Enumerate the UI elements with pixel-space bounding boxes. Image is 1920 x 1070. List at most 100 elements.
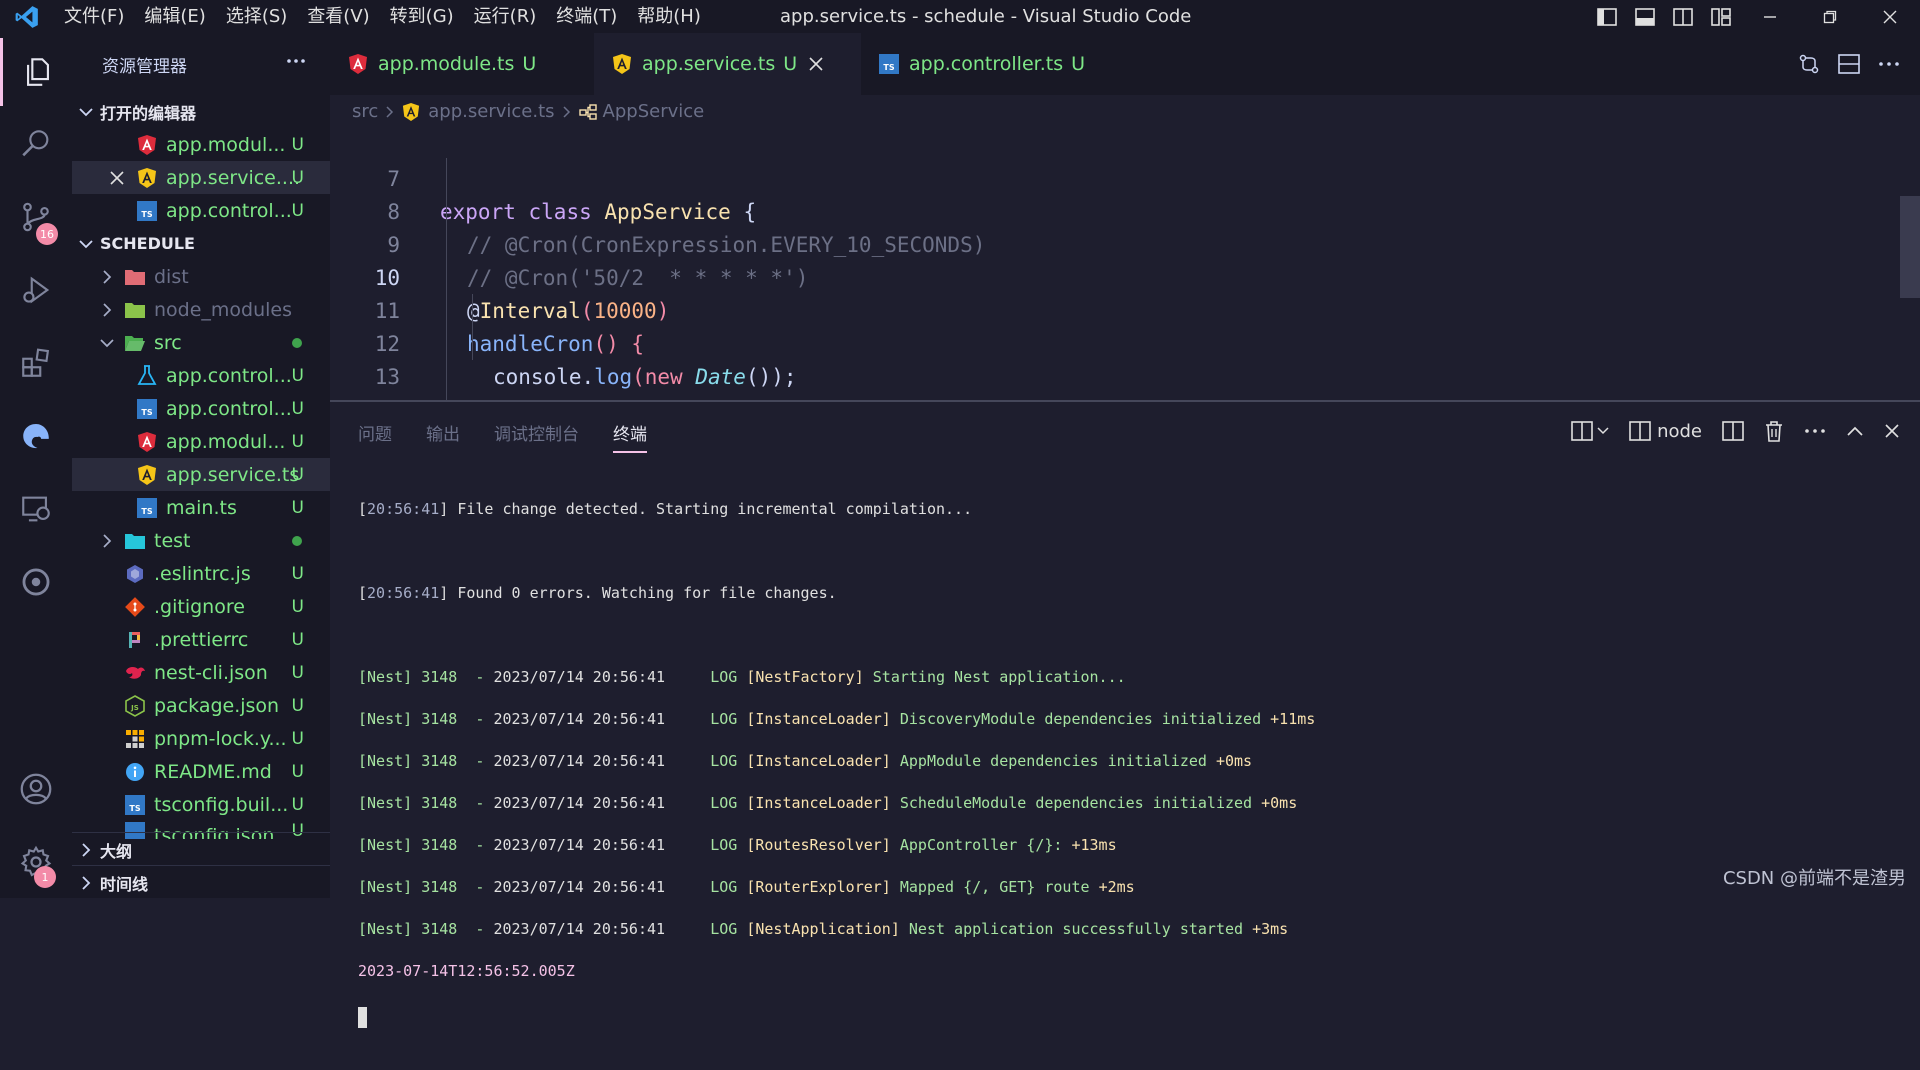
tab-app-module[interactable]: app.module.ts U — [330, 33, 594, 95]
tab-app-controller[interactable]: TS app.controller.ts U — [861, 33, 1143, 95]
editor-actions — [1798, 33, 1900, 95]
tab-debug-console[interactable]: 调试控制台 — [494, 420, 579, 453]
chevron-right-icon — [563, 105, 571, 118]
open-changes-icon[interactable] — [1798, 53, 1820, 75]
tree-file[interactable]: .gitignore U — [72, 590, 330, 623]
tree-file-selected[interactable]: app.service.ts U — [72, 458, 330, 491]
menu-terminal[interactable]: 终端(T) — [546, 0, 627, 33]
close-window-icon[interactable] — [1860, 0, 1920, 33]
code-line: 9 // @Cron('50/2 * * * * *') — [330, 196, 1900, 290]
file-name: .eslintrc.js — [154, 562, 251, 585]
tree-file[interactable]: TS app.control... U — [72, 392, 330, 425]
explorer-icon[interactable] — [0, 38, 72, 106]
tree-folder-node-modules[interactable]: node_modules — [72, 293, 330, 326]
gitlens-icon[interactable] — [0, 548, 72, 616]
chevron-right-icon — [96, 302, 118, 317]
account-icon[interactable] — [0, 755, 72, 823]
timeline-title: 时间线 — [100, 874, 149, 894]
menu-file[interactable]: 文件(F) — [54, 0, 134, 33]
svg-text:TS: TS — [141, 210, 152, 219]
open-editor-item[interactable]: TS app.control... U — [72, 194, 330, 227]
menu-help[interactable]: 帮助(H) — [627, 0, 711, 33]
breadcrumb-symbol[interactable]: AppService — [603, 101, 705, 122]
workspace-header[interactable]: SCHEDULE — [72, 227, 330, 260]
open-editors-header[interactable]: 打开的编辑器 — [72, 95, 330, 128]
tree-file[interactable]: .prettierrc U — [72, 623, 330, 656]
tree-file[interactable]: TS main.ts U — [72, 491, 330, 524]
toggle-secondary-sidebar-icon[interactable] — [1664, 0, 1702, 33]
split-editor-icon[interactable] — [1838, 54, 1860, 74]
remote-explorer-icon[interactable] — [0, 475, 72, 543]
tree-folder-src[interactable]: src — [72, 326, 330, 359]
terminal-line: [20:56:41] Found 0 errors. Watching for … — [358, 584, 837, 602]
extensions-icon[interactable] — [0, 329, 72, 397]
close-tab-icon[interactable] — [809, 57, 823, 71]
menu-view[interactable]: 查看(V) — [297, 0, 379, 33]
menu-selection[interactable]: 选择(S) — [216, 0, 297, 33]
code-line: 14 } — [330, 361, 1900, 400]
tab-app-service[interactable]: app.service.ts U — [594, 33, 861, 95]
editor-scrollbar-thumb[interactable] — [1900, 196, 1920, 298]
tree-file[interactable]: nest-cli.json U — [72, 656, 330, 689]
tree-file[interactable]: TS tsconfig.buil... U — [72, 788, 330, 821]
menu-go[interactable]: 转到(G) — [380, 0, 464, 33]
explorer-title: 资源管理器 — [102, 56, 187, 77]
toggle-panel-icon[interactable] — [1626, 0, 1664, 33]
more-actions-icon[interactable] — [1878, 54, 1900, 74]
customize-layout-icon[interactable] — [1702, 0, 1740, 33]
angular-icon — [348, 53, 368, 75]
settings-gear-icon[interactable]: 1 — [0, 828, 72, 896]
outline-header[interactable]: 大纲 — [72, 832, 330, 866]
tab-label: app.service.ts — [642, 53, 776, 75]
open-editors-title: 打开的编辑器 — [100, 103, 197, 123]
tree-file[interactable]: app.modul... U — [72, 425, 330, 458]
trash-icon[interactable] — [1764, 420, 1784, 442]
more-actions-icon[interactable] — [1804, 421, 1826, 441]
tree-file[interactable]: .eslintrc.js U — [72, 557, 330, 590]
file-name: nest-cli.json — [154, 661, 268, 684]
split-panel-icon[interactable] — [1722, 421, 1744, 441]
breadcrumb-folder[interactable]: src — [352, 101, 378, 122]
menu-run[interactable]: 运行(R) — [464, 0, 547, 33]
tree-folder-dist[interactable]: dist — [72, 260, 330, 293]
tree-folder-test[interactable]: test — [72, 524, 330, 557]
panel-tabs: 问题 输出 调试控制台 终端 — [358, 420, 681, 453]
search-icon[interactable] — [0, 110, 72, 178]
code-line: 10 @Interval(10000) — [330, 229, 1900, 323]
open-editor-item[interactable]: app.modul... U — [72, 128, 330, 161]
tree-file[interactable]: README.md U — [72, 755, 330, 788]
edge-browser-icon[interactable] — [0, 402, 72, 470]
close-panel-icon[interactable] — [1884, 423, 1900, 439]
timeline-header[interactable]: 时间线 — [72, 865, 330, 898]
folder-name: dist — [154, 265, 189, 288]
tree-file[interactable]: JS package.json U — [72, 689, 330, 722]
menu-edit[interactable]: 编辑(E) — [134, 0, 215, 33]
restore-icon[interactable] — [1800, 0, 1860, 33]
source-control-icon[interactable]: 16 — [0, 183, 72, 251]
chevron-right-icon — [72, 842, 100, 857]
outline-title: 大纲 — [100, 841, 133, 861]
terminal-instance[interactable]: node — [1629, 421, 1702, 442]
maximize-panel-icon[interactable] — [1846, 425, 1864, 437]
terminal-output[interactable]: [20:56:41] File change detected. Startin… — [358, 478, 1898, 1070]
more-actions-icon[interactable] — [286, 51, 306, 71]
folder-src-open-icon — [124, 332, 146, 354]
folder-name: test — [154, 529, 191, 552]
tree-file[interactable]: app.control... U — [72, 359, 330, 392]
code-editor[interactable]: 7 export class AppService { 8 // @Cron(C… — [330, 128, 1920, 400]
tree-file[interactable]: pnpm-lock.y... U — [72, 722, 330, 755]
breadcrumb-file[interactable]: app.service.ts — [428, 101, 554, 122]
minimize-icon[interactable] — [1740, 0, 1800, 33]
new-terminal-dropdown[interactable] — [1571, 421, 1609, 441]
terminal-log-line: [Nest] 3148 - 2023/07/14 20:56:41 LOG [R… — [358, 836, 1117, 854]
tab-output[interactable]: 输出 — [426, 420, 460, 453]
info-icon — [124, 761, 146, 783]
open-editor-item-active[interactable]: app.service.... U — [72, 161, 330, 194]
tab-terminal[interactable]: 终端 — [613, 420, 647, 453]
tab-problems[interactable]: 问题 — [358, 420, 392, 453]
close-editor-icon[interactable] — [106, 167, 128, 189]
run-debug-icon[interactable] — [0, 256, 72, 324]
activity-bar: 16 1 — [0, 33, 72, 898]
toggle-primary-sidebar-icon[interactable] — [1588, 0, 1626, 33]
svg-text:TS: TS — [883, 63, 894, 72]
